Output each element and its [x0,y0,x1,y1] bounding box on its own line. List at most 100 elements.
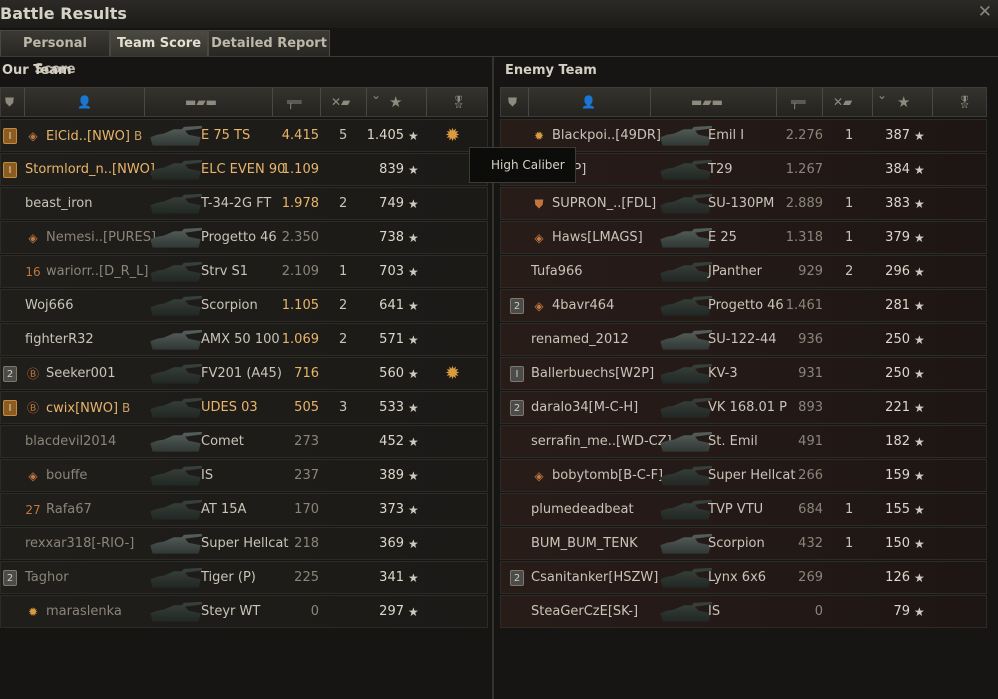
experience-value: 641 [379,298,404,313]
player-name[interactable]: serrafin_me..[WD-CZ] [531,434,672,450]
player-name[interactable]: Stormlord_n..[NWO] [25,162,155,178]
star-icon: ★ [408,571,419,585]
star-icon: ★ [408,435,419,449]
table-row[interactable]: rexxar318[-RIO-] Super Hellcat 218 369 ★ [0,527,488,560]
player-name[interactable]: Taghor [25,570,69,586]
col-vehicle[interactable]: ▬▰▬ [145,88,273,116]
col-kills[interactable]: ✕▰ [823,88,873,116]
tank-icon [660,601,712,622]
col-experience[interactable]: ⌄ ★ [367,88,427,116]
medal-icon: 🎖 [451,95,467,109]
close-icon[interactable]: ✕ [978,2,992,22]
table-row[interactable]: ◈ bouffe IS 237 389 ★ [0,459,488,492]
tab-detailed-report[interactable]: Detailed Report [208,30,330,56]
table-row[interactable]: ✹ maraslenka Steyr WT 0 297 ★ [0,595,488,628]
table-row[interactable]: 16 wariorr..[D_R_L] Strv S1 2.109 1 703 ★ [0,255,488,288]
table-row[interactable]: fighterR32 AMX 50 100 1.069 2 571 ★ [0,323,488,356]
table-row[interactable]: serrafin_me..[WD-CZ] St. Emil 491 182 ★ [500,425,987,458]
table-row[interactable]: I Ballerbuechs[W2P] KV-3 931 250 ★ [500,357,987,390]
player-name[interactable]: bouffe [46,468,87,484]
tab-team-score[interactable]: Team Score [110,30,208,56]
table-row[interactable]: ◈ bobytomb[B-C-F] Super Hellcat 266 159 ★ [500,459,987,492]
col-player[interactable]: 👤 [529,88,651,116]
col-damage[interactable]: ╤═ [777,88,823,116]
table-row[interactable]: SteaGerCzE[SK-] IS 0 79 ★ [500,595,987,628]
table-row[interactable]: BUM_BUM_TENK Scorpion 432 1 150 ★ [500,527,987,560]
player-name[interactable]: SUPRON_..[FDL] [552,196,656,212]
medal-icon[interactable]: ✹ [445,363,460,384]
table-row[interactable]: renamed_2012 SU-122-44 936 250 ★ [500,323,987,356]
player-name[interactable]: Ballerbuechs[W2P] [531,366,654,382]
player-name[interactable]: blacdevil2014 [25,434,116,450]
sort-arrow-icon: ⌄ [877,88,888,102]
table-row[interactable]: I Ⓑcwix[NWO] B UDES 03 505 3 533 ★ [0,391,488,424]
vehicle-name: T-34-2G FT [201,196,272,211]
damage-value: 0 [814,604,823,619]
player-name[interactable]: bobytomb[B-C-F] [552,468,663,484]
player-name[interactable]: fighterR32 [25,332,94,348]
experience-value: 126 [885,570,910,585]
table-row[interactable]: 2 ◈ 4bavr464 Progetto 46 1.461 281 ★ [500,289,987,322]
tank-icon [660,567,712,588]
table-row[interactable]: 2 Taghor Tiger (P) 225 341 ★ [0,561,488,594]
player-name[interactable]: beast_iron [25,196,92,212]
table-row[interactable]: Tufa966 JPanther 929 2 296 ★ [500,255,987,288]
player-name[interactable]: Haws[LMAGS] [552,230,643,246]
diamond-icon: ◈ [534,299,544,313]
kills-value: 2 [845,264,854,279]
table-row[interactable]: beast_iron T-34-2G FT 1.978 2 749 ★ [0,187,488,220]
tank-icon [150,431,202,452]
col-medals[interactable]: 🎖 [933,88,988,116]
col-platoon[interactable]: ⛊ [501,88,529,116]
player-name[interactable]: wariorr..[D_R_L] [46,264,148,280]
star-icon: ★ [914,401,925,415]
vehicle-name: IS [201,468,214,483]
table-row[interactable]: Woj666 Scorpion 1.105 2 641 ★ [0,289,488,322]
col-medals[interactable]: 🎖 [427,88,487,116]
player-name[interactable]: renamed_2012 [531,332,629,348]
table-row[interactable]: ◈ Nemesi..[PURES] Progetto 46 2.350 738 ★ [0,221,488,254]
player-name[interactable]: 4bavr464 [552,298,614,314]
tank-icon [660,533,712,554]
high-caliber-medal-icon[interactable]: ✹ [445,125,460,146]
player-name[interactable]: rexxar318[-RIO-] [25,536,134,552]
medal-icon: ✹ [533,129,545,143]
player-name[interactable]: Seeker001 [46,366,115,382]
player-name[interactable]: Tufa966 [531,264,583,280]
tab-personal-score[interactable]: Personal Score [0,30,110,77]
window-title: Battle Results [0,4,127,23]
col-player[interactable]: 👤 [25,88,145,116]
player-name[interactable]: BUM_BUM_TENK [531,536,638,552]
col-vehicle[interactable]: ▬▰▬ [651,88,777,116]
player-name[interactable]: cwix[NWO] B [46,400,130,417]
col-damage[interactable]: ╤═ [273,88,321,116]
player-name[interactable]: Rafa67 [46,502,92,518]
player-name[interactable]: Csanitanker[HSZW] [531,570,658,586]
table-row[interactable]: blacdevil2014 Comet 273 452 ★ [0,425,488,458]
player-name[interactable]: Nemesi..[PURES] [46,230,156,246]
table-row[interactable]: 2 Ⓑ Seeker001 FV201 (A45) 716 560 ★ ✹ [0,357,488,390]
tank-icon [660,261,712,282]
table-row[interactable]: 27 Rafa67 AT 15A 170 373 ★ [0,493,488,526]
diamond-icon: ◈ [534,231,544,245]
player-name[interactable]: plumedeadbeat [531,502,634,518]
vehicle-name: IS [708,604,721,619]
player-name[interactable]: Blackpoi..[49DR] [552,128,661,144]
table-row[interactable]: ⛊ SUPRON_..[FDL] SU-130PM 2.889 1 383 ★ [500,187,987,220]
table-row[interactable]: plumedeadbeat TVP VTU 684 1 155 ★ [500,493,987,526]
col-kills[interactable]: ✕▰ [321,88,367,116]
player-name[interactable]: ElCid..[NWO] B [46,128,142,145]
tab-bar: Personal Score Team Score Detailed Repor… [0,28,998,77]
table-row[interactable]: 2 daralo34[M-C-H] VK 168.01 P 893 221 ★ [500,391,987,424]
table-row[interactable]: ◈ Haws[LMAGS] E 25 1.318 1 379 ★ [500,221,987,254]
col-experience[interactable]: ⌄ ★ [873,88,933,116]
player-name[interactable]: Woj666 [25,298,73,314]
table-row[interactable]: 2 Csanitanker[HSZW] Lynx 6x6 269 126 ★ [500,561,987,594]
player-name[interactable]: daralo34[M-C-H] [531,400,638,416]
table-row[interactable]: I ◈ ElCid..[NWO] B E 75 TS 4.415 5 1.405 ★ ✹ [0,119,488,152]
table-row[interactable]: I Stormlord_n..[NWO] ELC EVEN 90 1.109 839 ★ [0,153,488,186]
player-name[interactable]: maraslenka [46,604,122,620]
player-name[interactable]: SteaGerCzE[SK-] [531,604,638,620]
col-platoon[interactable]: ⛊ [1,88,25,116]
experience-value: 703 [379,264,404,279]
